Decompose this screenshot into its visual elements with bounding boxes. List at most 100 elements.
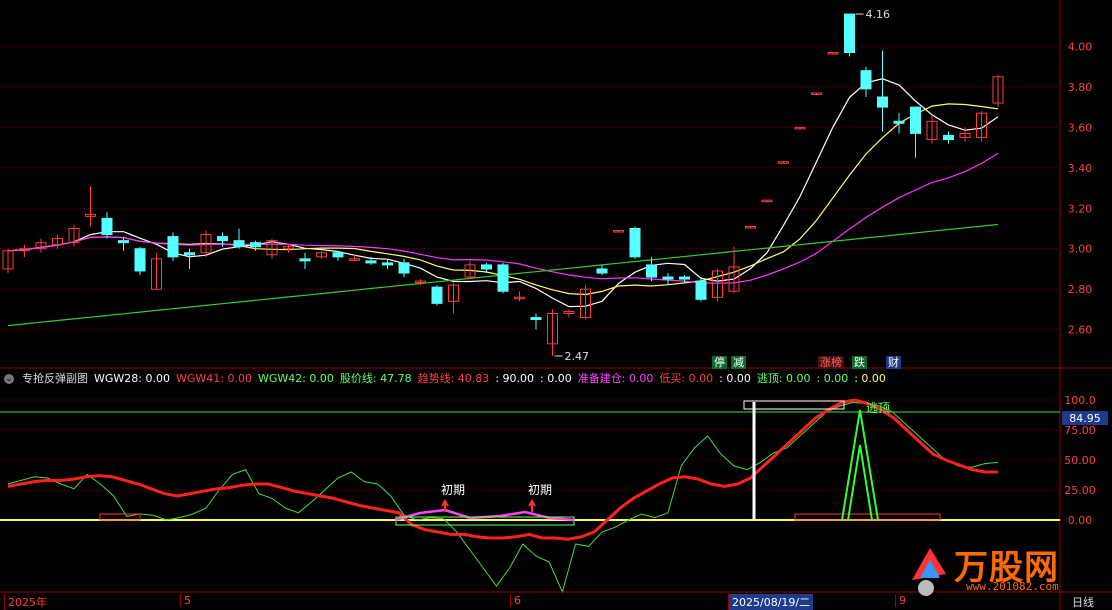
candle-body bbox=[299, 258, 311, 262]
candle bbox=[844, 13, 855, 57]
marker-label: 初期 bbox=[441, 483, 465, 497]
time-axis-label: 9 bbox=[895, 594, 906, 607]
candle bbox=[926, 115, 938, 144]
current-value-label: 84.95 bbox=[1069, 412, 1101, 425]
candle bbox=[563, 309, 575, 318]
candle-body bbox=[250, 242, 261, 248]
candle-body bbox=[184, 252, 195, 256]
collapse-icon[interactable]: ⌄ bbox=[4, 374, 14, 384]
candle bbox=[893, 113, 905, 134]
candle-body bbox=[860, 70, 872, 90]
candle bbox=[184, 248, 195, 269]
candle-body bbox=[398, 262, 410, 274]
high-label: 4.16 bbox=[866, 8, 891, 21]
price-tick-label: 3.60 bbox=[1068, 121, 1093, 134]
indicator-item: : 0.00 bbox=[540, 372, 572, 385]
candle bbox=[811, 92, 822, 95]
candle bbox=[860, 66, 872, 97]
price-tick-label: 3.00 bbox=[1068, 243, 1093, 256]
candle bbox=[497, 262, 509, 294]
candle bbox=[877, 50, 888, 132]
candle-body bbox=[382, 262, 393, 266]
candle bbox=[580, 285, 591, 320]
marker-arrow bbox=[528, 499, 536, 512]
candle-body bbox=[332, 252, 344, 258]
time-axis-label: 6 bbox=[510, 594, 521, 607]
indicator-item: : 0.00 bbox=[854, 372, 886, 385]
time-axis-label: 2025/08/19/二 bbox=[728, 594, 814, 610]
marker-label: 逃顶 bbox=[866, 401, 890, 415]
candle bbox=[151, 252, 162, 290]
indicator-item: WGW41: 0.00 bbox=[175, 372, 252, 385]
candle bbox=[52, 234, 63, 249]
candle bbox=[662, 273, 674, 286]
candle bbox=[101, 212, 113, 239]
indicator-item: 逃顶: 0.00 bbox=[756, 372, 811, 385]
candle bbox=[299, 252, 311, 269]
candle-body bbox=[844, 13, 855, 53]
candle-body bbox=[365, 260, 377, 264]
candle bbox=[695, 277, 707, 302]
price-line bbox=[7, 401, 999, 594]
candle-body bbox=[233, 240, 245, 248]
candle-body bbox=[596, 268, 608, 274]
indicator-item: 趋势线: 40.83 bbox=[417, 372, 490, 385]
brand-logo: 万股网 www.201082.com bbox=[902, 540, 1102, 600]
price-tick-label: 4.00 bbox=[1068, 40, 1093, 53]
candle bbox=[992, 74, 1004, 108]
indicator-item: 股价线: 47.78 bbox=[339, 372, 412, 385]
candle bbox=[761, 199, 773, 203]
indicator-tick-label: 0.00 bbox=[1068, 514, 1093, 527]
period-label[interactable]: 日线 bbox=[1072, 594, 1094, 610]
candle bbox=[827, 51, 839, 55]
candlestick-series: 4.16 2.47 bbox=[2, 8, 1004, 363]
candle bbox=[514, 291, 525, 302]
indicator-lines: 初期 初期 逃顶 bbox=[7, 398, 999, 594]
time-axis-label: 2025年 bbox=[4, 594, 47, 610]
candle bbox=[745, 225, 756, 229]
signal-tag[interactable]: 涨榜 bbox=[818, 356, 844, 369]
indicator-item: : 90.00 bbox=[495, 372, 535, 385]
candle bbox=[431, 285, 443, 306]
indicator-tick-label: 25.00 bbox=[1064, 484, 1096, 497]
candle bbox=[283, 244, 294, 253]
candle-body bbox=[629, 227, 641, 258]
candle-body bbox=[217, 236, 228, 242]
signal-tag[interactable]: 财 bbox=[886, 356, 901, 369]
candle bbox=[629, 226, 641, 259]
candle-body bbox=[662, 276, 674, 280]
signal-tag[interactable]: 停 bbox=[712, 356, 727, 369]
candle-body bbox=[943, 134, 954, 140]
indicator-item: 低买: 0.00 bbox=[659, 372, 714, 385]
low-label: 2.47 bbox=[565, 350, 590, 363]
indicator-header: ⌄ 专抢反弹副图 WGW28: 0.00 WGW41: 0.00 WGW42: 0.… bbox=[0, 370, 1060, 388]
escape-top-spike bbox=[841, 409, 879, 521]
marker-label: 初期 bbox=[528, 483, 552, 497]
candle-body bbox=[679, 276, 690, 280]
candle bbox=[134, 246, 146, 276]
indicator-tick-label: 50.00 bbox=[1064, 454, 1096, 467]
stock-chart-canvas[interactable]: 4.00 3.80 3.60 3.40 3.20 3.00 2.80 2.60 100.0 75… bbox=[0, 0, 1112, 610]
candle-body bbox=[695, 280, 707, 300]
candle-body bbox=[134, 248, 146, 272]
indicator-name[interactable]: 专抢反弹副图 bbox=[22, 370, 88, 388]
time-axis: 2025年 5 6 2025/08/19/二 9 日线 bbox=[0, 592, 1112, 610]
indicator-grid: 100.0 75.00 50.00 25.00 0.00 84.95 bbox=[0, 394, 1108, 527]
candle bbox=[398, 258, 410, 278]
candle bbox=[547, 309, 558, 356]
candle-body bbox=[481, 264, 492, 270]
indicator-item: WGW42: 0.00 bbox=[257, 372, 334, 385]
candle bbox=[68, 224, 80, 247]
candle-body bbox=[530, 317, 542, 321]
candle bbox=[613, 230, 624, 233]
candle bbox=[778, 161, 789, 164]
price-tick-label: 2.60 bbox=[1068, 324, 1093, 337]
price-tick-label: 2.80 bbox=[1068, 283, 1093, 296]
signal-tag[interactable]: 跌 bbox=[852, 356, 867, 369]
candle bbox=[728, 246, 740, 294]
signal-tag[interactable]: 减 bbox=[731, 356, 746, 369]
candle bbox=[794, 126, 806, 130]
build-position-line bbox=[394, 508, 576, 522]
candle bbox=[233, 228, 245, 249]
indicator-item: : 0.00 bbox=[816, 372, 849, 385]
